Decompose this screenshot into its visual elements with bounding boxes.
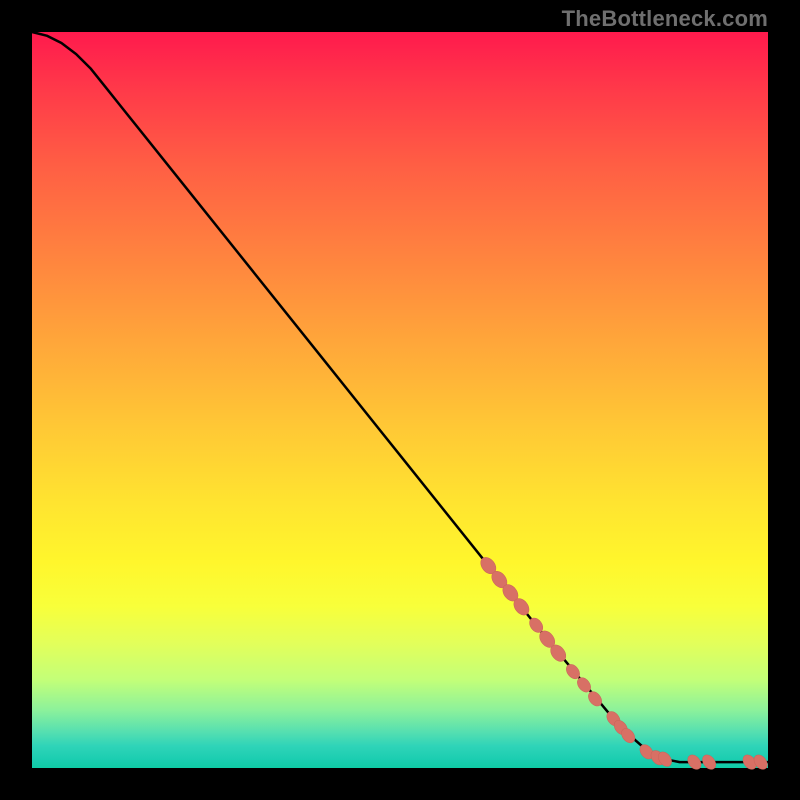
data-markers <box>478 554 770 771</box>
chart-svg <box>32 32 768 768</box>
bottleneck-curve <box>32 32 768 762</box>
chart-frame: TheBottleneck.com <box>0 0 800 800</box>
watermark-text: TheBottleneck.com <box>562 6 768 32</box>
